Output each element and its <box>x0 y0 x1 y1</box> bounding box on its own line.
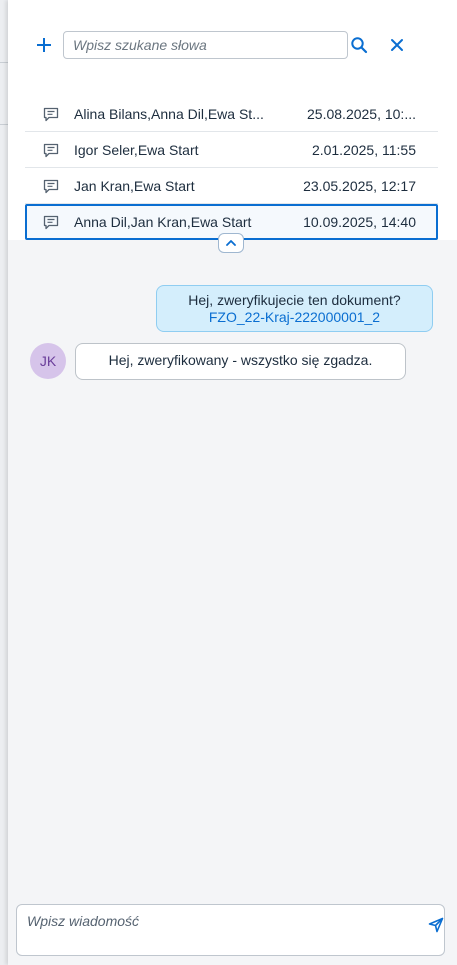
conversation-date: 2.01.2025, 11:55 <box>311 142 416 158</box>
new-conversation-button[interactable] <box>35 36 53 54</box>
send-icon <box>428 917 444 933</box>
conversation-date: 25.08.2025, 10:... <box>307 106 416 122</box>
conversation-row[interactable]: Igor Seler,Ewa Start 2.01.2025, 11:55 <box>25 132 438 168</box>
search-input[interactable] <box>73 36 338 54</box>
chat-bubble-icon <box>43 215 59 230</box>
chat-bubble-icon <box>43 107 59 122</box>
document-link[interactable]: FZO_22-Kraj-222000001_2 <box>157 309 432 326</box>
conversation-title: Igor Seler,Ewa Start <box>74 142 199 158</box>
outgoing-message-text: Hej, zweryfikujecie ten dokument? <box>188 292 401 308</box>
conversation-title: Anna Dil,Jan Kran,Ewa Start <box>74 214 252 230</box>
conversation-date: 10.09.2025, 14:40 <box>303 214 416 230</box>
search-button[interactable] <box>350 36 368 54</box>
chevron-up-icon <box>226 240 236 246</box>
conversation-title: Jan Kran,Ewa Start <box>74 178 195 194</box>
message-input[interactable] <box>27 913 407 947</box>
plus-icon <box>37 38 51 52</box>
search-toolbar <box>8 0 457 62</box>
search-icon <box>351 37 368 54</box>
close-icon <box>391 39 403 51</box>
conversation-title: Alina Bilans,Anna Dil,Ewa St... <box>74 106 264 122</box>
conversation-list: Alina Bilans,Anna Dil,Ewa St... 25.08.20… <box>25 96 438 240</box>
incoming-message: Hej, zweryfikowany - wszystko się zgadza… <box>75 343 406 380</box>
send-button[interactable] <box>428 917 444 933</box>
message-composer <box>16 904 445 956</box>
chat-bubble-icon <box>43 179 59 194</box>
conversation-date: 23.05.2025, 12:17 <box>303 178 416 194</box>
outgoing-message: Hej, zweryfikujecie ten dokument? FZO_22… <box>156 285 433 332</box>
conversation-header: Alina Bilans,Anna Dil,Ewa St... 25.08.20… <box>8 0 457 240</box>
conversation-row[interactable]: Alina Bilans,Anna Dil,Ewa St... 25.08.20… <box>25 96 438 132</box>
search-field[interactable] <box>63 31 348 59</box>
chat-panel: Alina Bilans,Anna Dil,Ewa St... 25.08.20… <box>8 0 457 965</box>
incoming-message-text: Hej, zweryfikowany - wszystko się zgadza… <box>108 352 373 368</box>
chat-bubble-icon <box>43 143 59 158</box>
avatar: JK <box>30 343 66 379</box>
close-search-button[interactable] <box>389 37 405 53</box>
conversation-row[interactable]: Jan Kran,Ewa Start 23.05.2025, 12:17 <box>25 168 438 204</box>
collapse-list-button[interactable] <box>218 233 244 253</box>
